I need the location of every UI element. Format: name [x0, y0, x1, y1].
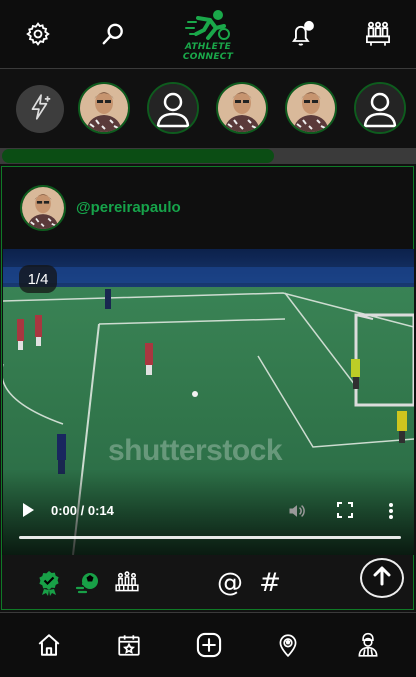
post-header: @pereirapaulo	[2, 167, 413, 247]
referee-icon[interactable]	[354, 631, 382, 659]
plus-square-icon[interactable]	[195, 631, 223, 659]
stories-scrollbar[interactable]	[0, 148, 416, 164]
fullscreen-icon[interactable]	[336, 501, 354, 519]
story-avatar-placeholder[interactable]	[354, 82, 406, 134]
home-icon[interactable]	[35, 631, 63, 659]
calendar-star-icon[interactable]	[115, 631, 143, 659]
author-avatar[interactable]	[20, 185, 66, 231]
brand-name: ATHLETE CONNECT	[182, 42, 234, 62]
bottom-nav	[0, 612, 416, 677]
scroll-to-top-button[interactable]	[360, 558, 404, 598]
mention-button[interactable]: @	[216, 569, 244, 597]
stories-bar	[0, 70, 416, 148]
location-soccer-icon[interactable]	[274, 631, 302, 659]
story-avatar-placeholder[interactable]	[147, 82, 199, 134]
story-avatar[interactable]	[78, 82, 130, 134]
more-options-icon[interactable]	[385, 501, 397, 521]
story-avatar[interactable]	[285, 82, 337, 134]
bell-soccer-icon[interactable]	[286, 18, 318, 50]
video-progress-bar[interactable]	[19, 536, 401, 539]
team-icon[interactable]	[362, 18, 394, 50]
search-icon[interactable]	[97, 18, 129, 50]
post-actions: @ #	[2, 555, 413, 609]
kick-ball-icon[interactable]	[74, 569, 102, 597]
play-icon[interactable]	[19, 501, 37, 519]
media-counter: 1/4	[19, 265, 57, 293]
add-story-button[interactable]	[16, 85, 64, 133]
at-symbol: @	[217, 568, 243, 598]
hash-symbol: #	[259, 568, 281, 598]
gear-icon[interactable]	[22, 18, 54, 50]
story-avatar[interactable]	[216, 82, 268, 134]
volume-icon[interactable]	[287, 501, 307, 521]
hashtag-button[interactable]: #	[256, 569, 284, 597]
author-handle[interactable]: @pereirapaulo	[76, 199, 181, 216]
app-logo: ATHLETE CONNECT	[168, 8, 248, 62]
verified-badge-icon[interactable]	[35, 569, 63, 597]
video-time: 0:00 / 0:14	[51, 503, 114, 518]
lightning-plus-icon	[27, 93, 53, 126]
video-watermark: shutterstock	[108, 434, 283, 467]
team-bench-icon[interactable]	[113, 569, 141, 597]
scrollbar-thumb[interactable]	[2, 149, 274, 163]
post-video[interactable]: shutterstock 1/4 0:00 / 0:14	[3, 249, 414, 555]
arrow-up-icon	[370, 564, 394, 593]
post-card: @pereirapaulo shutterstock 1/4 0:00 / 0:…	[1, 166, 414, 610]
top-bar: ATHLETE CONNECT	[0, 0, 416, 69]
